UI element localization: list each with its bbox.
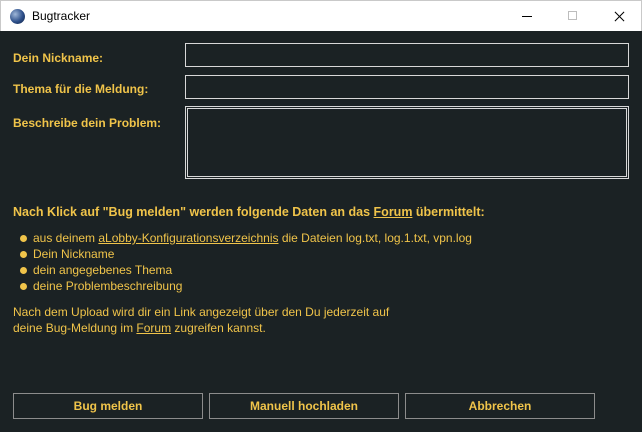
problem-label: Beschreibe dein Problem: [13,116,162,130]
topic-field[interactable] [185,75,629,99]
cancel-button[interactable]: Abbrechen [405,393,595,419]
bug-report-button[interactable]: Bug melden [13,393,203,419]
upload-note: Nach dem Upload wird dir ein Link angeze… [13,304,389,336]
problem-field[interactable] [185,106,629,179]
manual-upload-button[interactable]: Manuell hochladen [209,393,399,419]
bullet-1-prefix: aus deinem [33,231,99,245]
title-bar: Bugtracker [0,0,642,31]
note-line-2-suffix: zugreifen kannst. [171,321,266,335]
list-item: Dein Nickname [20,246,472,262]
list-item: deine Problembeschreibung [20,278,472,294]
config-directory-link[interactable]: aLobby-Konfigurationsverzeichnis [98,231,278,245]
close-button[interactable] [596,1,642,31]
info-heading: Nach Klick auf "Bug melden" werden folge… [13,205,485,219]
minimize-button[interactable] [504,1,550,31]
list-item: dein angegebenes Thema [20,262,472,278]
forum-link[interactable]: Forum [374,205,413,219]
nickname-field[interactable] [185,43,629,67]
globe-icon [10,9,25,24]
maximize-button[interactable] [550,1,596,31]
window-title: Bugtracker [32,9,91,23]
heading-prefix: Nach Klick auf "Bug melden" werden folge… [13,205,374,219]
forum-link[interactable]: Forum [136,321,171,335]
bullet-1-suffix: die Dateien log.txt, log.1.txt, vpn.log [278,231,472,245]
heading-suffix: übermittelt: [412,205,485,219]
topic-label: Thema für die Meldung: [13,82,149,96]
note-line-1: Nach dem Upload wird dir ein Link angeze… [13,305,390,319]
list-item: aus deinem aLobby-Konfigurationsverzeich… [20,230,472,246]
dialog-content: Dein Nickname: Thema für die Meldung: Be… [0,31,642,432]
note-line-2-prefix: deine Bug-Meldung im [13,321,137,335]
note-line-2: deine Bug-Meldung im Forum zugreifen kan… [13,320,389,336]
nickname-label: Dein Nickname: [13,51,104,65]
data-list: aus deinem aLobby-Konfigurationsverzeich… [20,230,472,294]
